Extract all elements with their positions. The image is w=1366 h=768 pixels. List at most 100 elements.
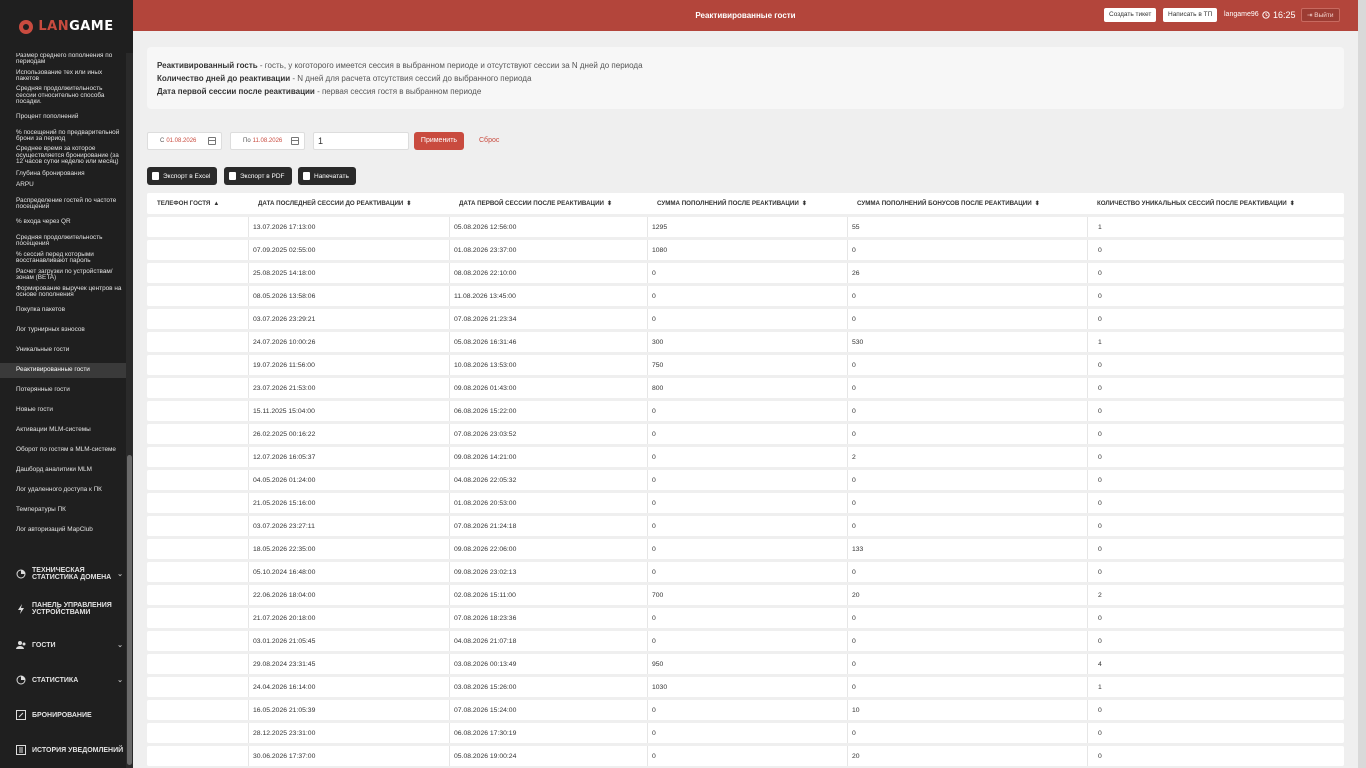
table-row[interactable]: 25.08.2025 14:18:00 08.08.2026 22:10:00 0 2… <box>147 263 1344 283</box>
cell-bonus-sum: 0 <box>847 240 1087 260</box>
print-button[interactable]: Напечатать <box>298 167 356 185</box>
table-row[interactable]: 04.05.2026 01:24:00 04.08.2026 22:05:32 0 0… <box>147 470 1344 490</box>
table-row[interactable]: 21.07.2026 20:18:00 07.08.2026 18:23:36 0 0… <box>147 608 1344 628</box>
username[interactable]: langame96 <box>1224 8 1259 22</box>
sidebar-item[interactable]: Температуры ПК <box>0 503 126 518</box>
sidebar-section[interactable]: ПАНЕЛЬ УПРАВЛЕНИЯ УСТРОЙСТВАМИ <box>0 601 126 617</box>
table-row[interactable]: 07.09.2025 02:55:00 01.08.2026 23:37:00 10… <box>147 240 1344 260</box>
sidebar-item[interactable]: Формирование выручек центров на основе п… <box>0 285 126 298</box>
cell-last-session: 25.08.2025 14:18:00 <box>248 263 449 283</box>
sidebar-scrollbar[interactable] <box>126 53 133 768</box>
date-to-input[interactable]: По 11.08.2026 <box>230 132 305 150</box>
sort-icon[interactable]: ⬍ <box>802 200 807 207</box>
sidebar-section[interactable]: БРОНИРОВАНИЕ <box>0 707 126 723</box>
table-row[interactable]: 19.07.2026 11:56:00 10.08.2026 13:53:00 75… <box>147 355 1344 375</box>
sidebar-item[interactable]: Лог турнирных взносов <box>0 323 126 338</box>
sidebar-scrollbar-thumb[interactable] <box>127 455 132 765</box>
sidebar-item[interactable]: Среднее время за которое осуществляется … <box>0 146 126 165</box>
sort-icon[interactable]: ⬍ <box>406 200 411 207</box>
column-header-bonus-sum[interactable]: СУММА ПОПОЛНЕНИЙ БОНУСОВ ПОСЛЕ РЕАКТИВАЦ… <box>847 193 1087 214</box>
table-row[interactable]: 03.01.2026 21:05:45 04.08.2026 21:07:18 0 0… <box>147 631 1344 651</box>
sidebar-item[interactable]: % сессий перед которыми восстанавливают … <box>0 251 126 264</box>
table-row[interactable]: 03.07.2026 23:27:11 07.08.2026 21:24:18 0 0… <box>147 516 1344 536</box>
sidebar-item[interactable]: Покупка пакетов <box>0 303 126 318</box>
table-row[interactable]: 22.06.2026 18:04:00 02.08.2026 15:11:00 70… <box>147 585 1344 605</box>
sort-icon[interactable]: ⬍ <box>1290 200 1295 207</box>
cell-bonus-sum: 0 <box>847 378 1087 398</box>
table-row[interactable]: 26.02.2025 00:16:22 07.08.2026 23:03:52 0 0… <box>147 424 1344 444</box>
sidebar-item[interactable]: Использование тех или иных пакетов <box>0 69 126 82</box>
table-row[interactable]: 12.07.2026 16:05:37 09.08.2026 14:21:00 0 2… <box>147 447 1344 467</box>
chevron-down-icon[interactable]: ⌄ <box>114 676 126 684</box>
table-row[interactable]: 30.06.2026 17:37:00 05.08.2026 19:00:24 0 2… <box>147 746 1344 766</box>
sidebar-section[interactable]: ГОСТИ ⌄ <box>0 637 126 653</box>
table-row[interactable]: 24.07.2026 10:00:26 05.08.2026 16:31:46 30… <box>147 332 1344 352</box>
sidebar-item[interactable]: Размер среднего пополнения по периодам <box>0 53 126 65</box>
cell-first-session: 09.08.2026 14:21:00 <box>449 447 647 467</box>
sort-asc-icon[interactable]: ▲ <box>213 201 219 207</box>
sidebar-section[interactable]: ТЕХНИЧЕСКАЯ СТАТИСТИКА ДОМЕНА ⌄ <box>0 566 126 582</box>
column-header-last-session[interactable]: ДАТА ПОСЛЕДНЕЙ СЕССИИ ДО РЕАКТИВАЦИИ ⬍ <box>248 193 449 214</box>
sidebar-item[interactable]: Потерянные гости <box>0 383 126 398</box>
sidebar-item[interactable]: Средняя продолжительность посещения <box>0 234 126 247</box>
cell-bonus-sum: 0 <box>847 355 1087 375</box>
cell-bonus-sum: 0 <box>847 562 1087 582</box>
logout-button[interactable]: ⇥ Выйти <box>1301 8 1340 22</box>
sidebar-item[interactable]: % посещений по предварительной брони за … <box>0 129 126 142</box>
sidebar-item[interactable]: Расчет загрузки по устройствам/зонам (BE… <box>0 268 126 281</box>
table-row[interactable]: 13.07.2026 17:13:00 05.08.2026 12:56:00 12… <box>147 217 1344 237</box>
create-ticket-button[interactable]: Создать тикет <box>1104 8 1157 22</box>
chevron-down-icon[interactable]: ⌄ <box>114 641 126 649</box>
cell-first-session: 07.08.2026 15:24:00 <box>449 700 647 720</box>
calendar-icon[interactable] <box>208 137 216 145</box>
sidebar-item[interactable]: Реактивированные гости <box>0 363 126 378</box>
date-from-input[interactable]: С 01.08.2026 <box>147 132 222 150</box>
export-excel-button[interactable]: Экспорт в Excel <box>147 167 217 185</box>
table-row[interactable]: 24.04.2026 16:14:00 03.08.2026 15:26:00 10… <box>147 677 1344 697</box>
sidebar-item[interactable]: Уникальные гости <box>0 343 126 358</box>
page-scrollbar[interactable] <box>1358 0 1366 768</box>
sidebar-section[interactable]: ИСТОРИЯ УВЕДОМЛЕНИЙ <box>0 742 126 758</box>
apply-button[interactable]: Применить <box>414 132 464 150</box>
sidebar-item[interactable]: Оборот по гостям в MLM-системе <box>0 443 126 458</box>
sidebar-item[interactable]: Активации MLM-системы <box>0 423 126 438</box>
table-row[interactable]: 03.07.2026 23:29:21 07.08.2026 21:23:34 0 0… <box>147 309 1344 329</box>
table-row[interactable]: 29.08.2024 23:31:45 03.08.2026 00:13:49 95… <box>147 654 1344 674</box>
sidebar-item[interactable]: Распределение гостей по частоте посещени… <box>0 197 126 210</box>
table-row[interactable]: 21.05.2026 15:16:00 01.08.2026 20:53:00 0 0… <box>147 493 1344 513</box>
sidebar-item[interactable]: Дашборд аналитики MLM <box>0 463 126 478</box>
table-row[interactable]: 16.05.2026 21:05:39 07.08.2026 15:24:00 0 1… <box>147 700 1344 720</box>
sidebar-item[interactable]: Лог удаленного доступа к ПК <box>0 483 126 498</box>
days-input[interactable]: 1 <box>313 132 409 150</box>
cell-last-session: 28.12.2025 23:31:00 <box>248 723 449 743</box>
cell-unique-sessions: 0 <box>1087 723 1344 743</box>
chevron-down-icon[interactable]: ⌄ <box>114 570 126 578</box>
sidebar-item[interactable]: ARPU <box>0 178 126 193</box>
sort-icon[interactable]: ⬍ <box>1035 200 1040 207</box>
column-header-first-session[interactable]: ДАТА ПЕРВОЙ СЕССИИ ПОСЛЕ РЕАКТИВАЦИИ ⬍ <box>449 193 647 214</box>
sidebar-item[interactable]: Новые гости <box>0 403 126 418</box>
column-header-phone[interactable]: ТЕЛЕФОН ГОСТЯ ▲ <box>147 193 248 214</box>
sidebar-item[interactable]: Процент пополнений <box>0 110 126 125</box>
column-header-unique-sessions[interactable]: КОЛИЧЕСТВО УНИКАЛЬНЫХ СЕССИЙ ПОСЛЕ РЕАКТ… <box>1087 193 1344 214</box>
sidebar-item[interactable]: % входа через QR <box>0 215 126 230</box>
table-row[interactable]: 28.12.2025 23:31:00 06.08.2026 17:30:19 0 0… <box>147 723 1344 743</box>
calendar-icon[interactable] <box>291 137 299 145</box>
cell-phone <box>147 746 248 766</box>
table-row[interactable]: 05.10.2024 16:48:00 09.08.2026 23:02:13 0 0… <box>147 562 1344 582</box>
export-pdf-button[interactable]: Экспорт в PDF <box>224 167 292 185</box>
cell-phone <box>147 447 248 467</box>
table-row[interactable]: 15.11.2025 15:04:00 06.08.2026 15:22:00 0 0… <box>147 401 1344 421</box>
table-row[interactable]: 18.05.2026 22:35:00 09.08.2026 22:06:00 0 1… <box>147 539 1344 559</box>
sidebar-section[interactable]: СТАТИСТИКА ⌄ <box>0 672 126 688</box>
write-support-button[interactable]: Написать в ТП <box>1163 8 1218 22</box>
column-header-topup-sum[interactable]: СУММА ПОПОЛНЕНИЙ ПОСЛЕ РЕАКТИВАЦИИ ⬍ <box>647 193 847 214</box>
logo[interactable]: LANGAME <box>0 0 133 53</box>
sort-icon[interactable]: ⬍ <box>607 200 612 207</box>
table-row[interactable]: 08.05.2026 13:58:06 11.08.2026 13:45:00 0 0… <box>147 286 1344 306</box>
table-row[interactable]: 23.07.2026 21:53:00 09.08.2026 01:43:00 80… <box>147 378 1344 398</box>
sidebar-item[interactable]: Средняя продолжительность сессии относит… <box>0 86 126 105</box>
sidebar-item[interactable]: Лог авторизаций MapClub <box>0 523 126 538</box>
sidebar-item[interactable]: Глубина бронирования <box>0 170 126 178</box>
reset-link[interactable]: Сброс <box>479 132 499 150</box>
